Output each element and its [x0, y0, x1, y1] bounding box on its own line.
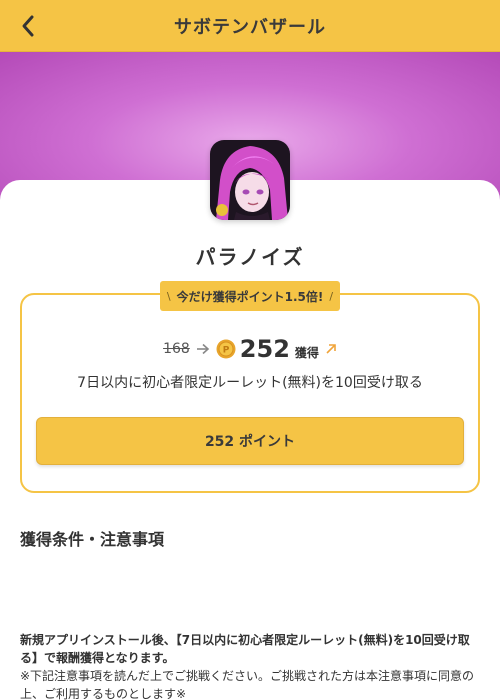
- earn-label: 獲得: [294, 345, 319, 360]
- arrow-right-icon: [196, 343, 210, 355]
- conditions-section-title: 獲得条件・注意事項: [20, 530, 165, 549]
- promo-label: 今だけ獲得ポイント1.5倍!: [176, 289, 324, 304]
- points-row: 168 P 252 獲得: [20, 333, 480, 365]
- reward-condition: 7日以内に初心者限定ルーレット(無料)を10回受け取る: [77, 375, 423, 391]
- promo-slash-right: /: [329, 289, 334, 303]
- app-name: パラノイズ: [195, 245, 305, 269]
- original-points: 168: [163, 341, 190, 357]
- claim-points-button[interactable]: 252 ポイント: [36, 417, 464, 465]
- app-header: サボテンバザール: [0, 0, 500, 52]
- back-button[interactable]: [14, 12, 42, 40]
- bonus-points: 252: [239, 335, 290, 363]
- promo-badge: \ 今だけ獲得ポイント1.5倍! /: [160, 281, 340, 311]
- chevron-left-icon: [22, 15, 34, 37]
- app-icon: [210, 140, 290, 220]
- conditions-disclaimer: ※下記注意事項を読んだ上でご挑戦ください。ご挑戦された方は本注意事項に同意の上、…: [20, 669, 475, 700]
- page-title: サボテンバザール: [174, 16, 326, 38]
- svg-text:P: P: [222, 346, 229, 356]
- promo-slash-left: \: [166, 289, 171, 303]
- coin-icon: P: [216, 339, 236, 359]
- conditions-summary: 新規アプリインストール後、【7日以内に初心者限定ルーレット(無料)を10回受け取…: [20, 633, 470, 665]
- arrow-up-right-icon: [325, 343, 337, 355]
